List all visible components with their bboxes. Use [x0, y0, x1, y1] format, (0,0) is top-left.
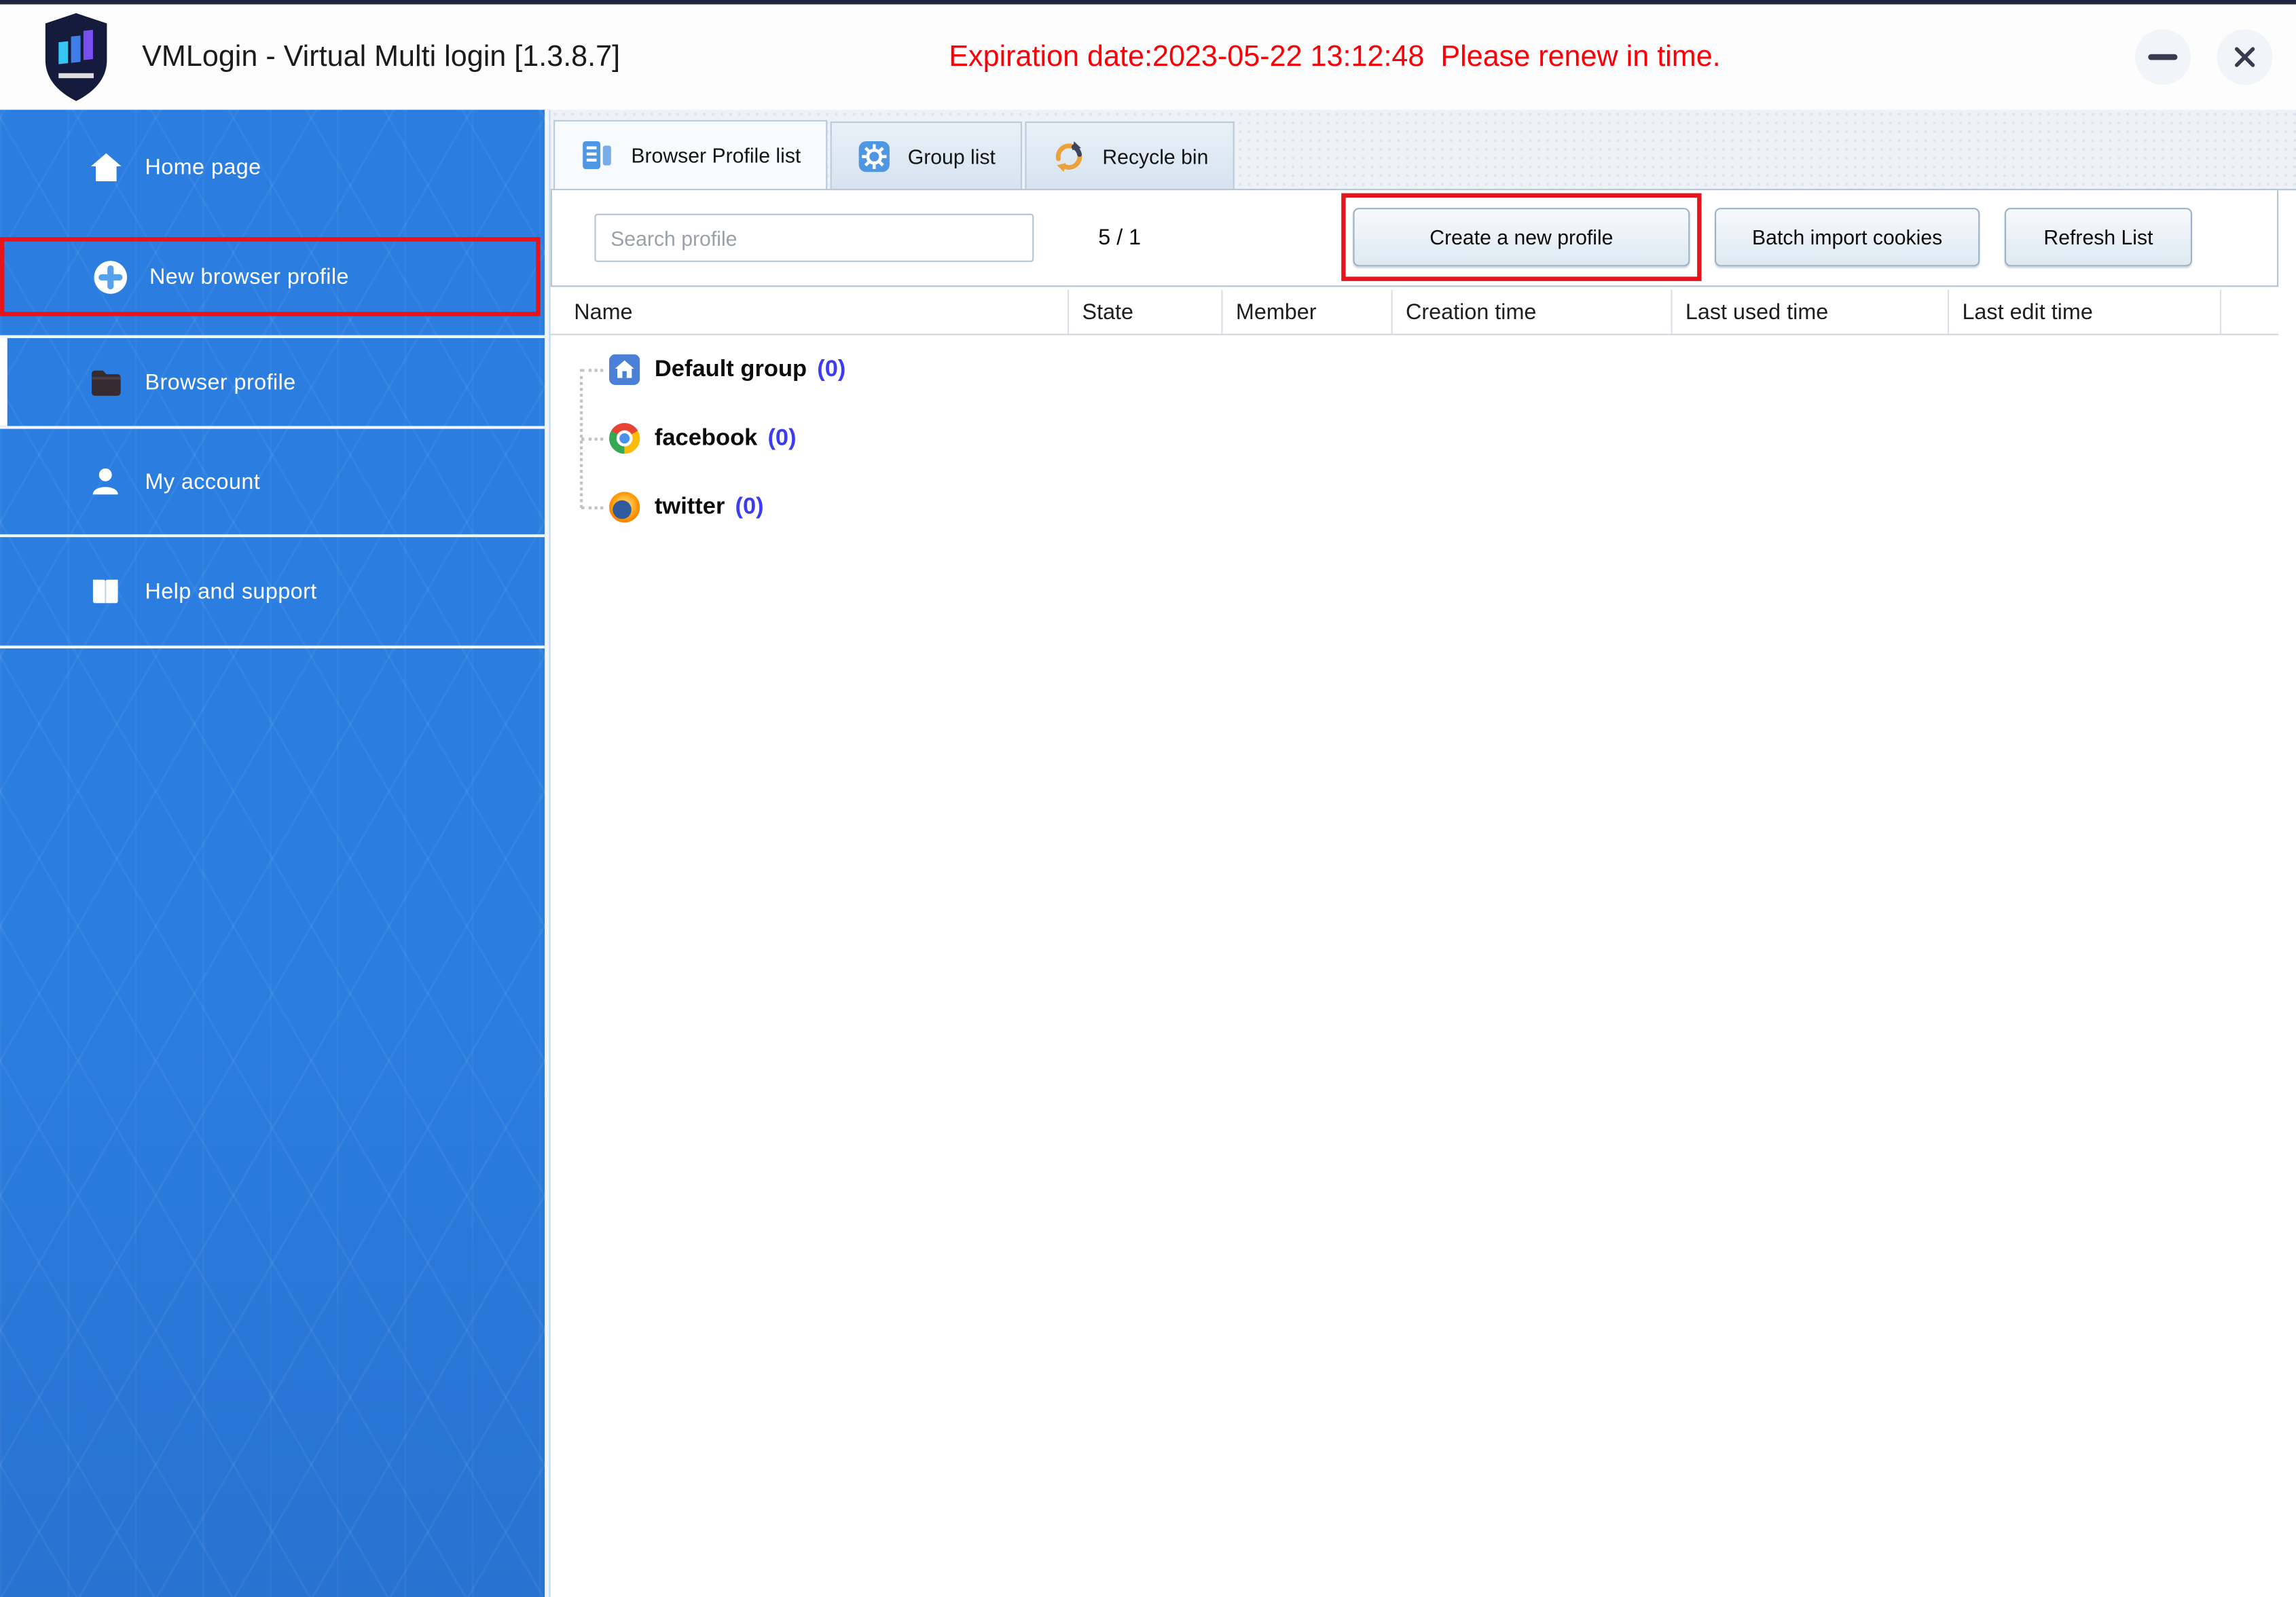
- sidebar-item-label: New browser profile: [149, 264, 349, 289]
- tab-label: Browser Profile list: [631, 143, 801, 167]
- group-count: (0): [735, 494, 764, 519]
- app-body: Home page New browser profile Browser pr…: [0, 109, 2296, 1597]
- sidebar-item-my-account[interactable]: My account: [0, 429, 545, 538]
- tree-row-facebook[interactable]: facebook (0): [551, 404, 2296, 473]
- sidebar-item-browser-profile[interactable]: Browser profile: [0, 335, 545, 429]
- tree-row-default-group[interactable]: Default group (0): [551, 335, 2296, 404]
- close-icon: [2234, 47, 2255, 67]
- sidebar: Home page New browser profile Browser pr…: [0, 109, 549, 1597]
- app-window: VMLogin - Virtual Multi login [1.3.8.7] …: [0, 0, 2296, 1597]
- window-controls: [2134, 4, 2273, 109]
- sidebar-item-help-and-support[interactable]: Help and support: [0, 537, 545, 649]
- firefox-icon: [609, 492, 640, 523]
- column-header-member[interactable]: Member: [1223, 289, 1393, 334]
- folder-icon: [85, 364, 126, 401]
- home-icon: [85, 149, 126, 185]
- group-count: (0): [817, 356, 846, 382]
- window-title: VMLogin - Virtual Multi login [1.3.8.7]: [142, 40, 621, 73]
- sidebar-item-label: Help and support: [145, 579, 317, 604]
- batch-import-cookies-button[interactable]: Batch import cookies: [1715, 208, 1980, 267]
- toolbar-panel: 5 / 1 Create a new profile Batch import …: [550, 190, 2279, 287]
- column-header-extra: [2221, 290, 2278, 334]
- tab-recycle-bin[interactable]: Recycle bin: [1025, 121, 1235, 189]
- close-button[interactable]: [2217, 29, 2273, 86]
- table-header: Name State Member Creation time Last use…: [550, 289, 2279, 335]
- create-new-profile-button[interactable]: Create a new profile: [1353, 208, 1690, 267]
- chrome-icon: [609, 423, 640, 454]
- group-name: facebook: [654, 425, 758, 450]
- sidebar-item-home-page[interactable]: Home page: [0, 114, 545, 219]
- book-icon: [85, 574, 126, 609]
- tab-group-list[interactable]: Group list: [830, 121, 1022, 189]
- group-name: Default group: [654, 356, 807, 382]
- plus-circle-icon: [90, 257, 130, 296]
- column-header-name[interactable]: Name: [551, 289, 1070, 334]
- tab-label: Group list: [907, 144, 996, 168]
- main-content: Browser Profile list Group list Recycle …: [549, 109, 2296, 1597]
- tab-browser-profile-list[interactable]: Browser Profile list: [553, 120, 828, 189]
- recycle-icon: [1055, 141, 1082, 172]
- group-tree: Default group (0) facebook (0) twitter (…: [551, 335, 2296, 1597]
- sidebar-item-label: Home page: [145, 154, 261, 180]
- group-home-icon: [609, 354, 640, 385]
- column-header-state[interactable]: State: [1069, 289, 1223, 334]
- gear-icon: [858, 140, 890, 172]
- tab-strip: Browser Profile list Group list Recycle …: [550, 109, 2296, 191]
- sidebar-item-new-browser-profile[interactable]: New browser profile: [0, 237, 541, 316]
- tree-row-twitter[interactable]: twitter (0): [551, 473, 2296, 541]
- tab-label: Recycle bin: [1102, 144, 1209, 168]
- profile-count: 5 / 1: [1098, 225, 1142, 251]
- group-count: (0): [767, 425, 797, 450]
- minimize-button[interactable]: [2134, 29, 2191, 86]
- column-header-last-edit-time[interactable]: Last edit time: [1949, 289, 2222, 334]
- expiration-notice: Expiration date:2023-05-22 13:12:48 Plea…: [949, 40, 1721, 73]
- user-icon: [85, 464, 126, 499]
- column-header-creation-time[interactable]: Creation time: [1393, 289, 1673, 334]
- sidebar-item-label: Browser profile: [145, 369, 296, 394]
- search-input[interactable]: [594, 213, 1034, 262]
- vmlogin-logo-icon: [43, 12, 110, 103]
- column-header-last-used-time[interactable]: Last used time: [1672, 289, 1950, 334]
- group-name: twitter: [654, 494, 725, 519]
- profile-list-icon: [583, 141, 611, 169]
- sidebar-item-label: My account: [145, 469, 261, 494]
- titlebar: VMLogin - Virtual Multi login [1.3.8.7] …: [0, 4, 2296, 110]
- refresh-list-button[interactable]: Refresh List: [2004, 208, 2192, 267]
- minus-icon: [2148, 54, 2178, 60]
